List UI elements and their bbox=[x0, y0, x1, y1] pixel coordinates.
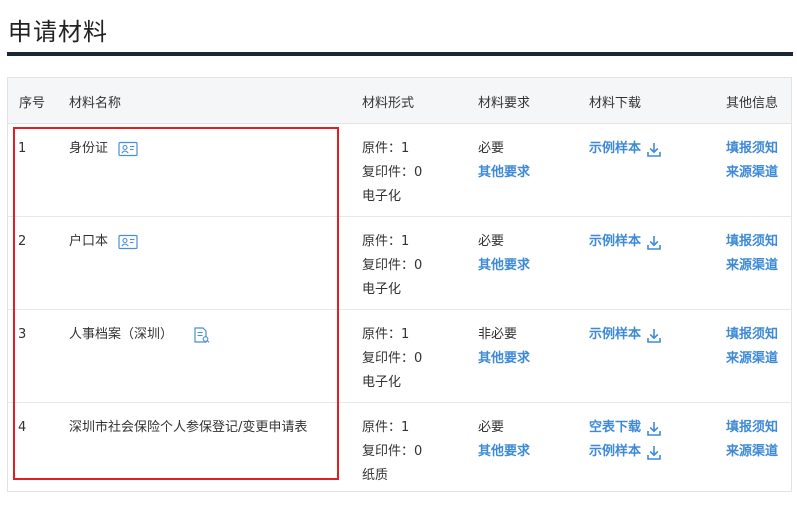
id-card-icon[interactable] bbox=[118, 234, 138, 250]
table-row: 4 深圳市社会保险个人参保登记/变更申请表 原件：1 复印件：0 纸质 必要其他要求 空表下… bbox=[8, 402, 791, 495]
material-name: 身份证 bbox=[69, 141, 109, 156]
download-icon[interactable] bbox=[647, 328, 661, 343]
download-link[interactable]: 示例样本 bbox=[589, 323, 661, 347]
material-form-line: 原件：1 bbox=[362, 327, 410, 342]
download-label: 示例样本 bbox=[589, 234, 642, 249]
table-row: 1 身份证 原件：1 复印件：0 电子化 必要其他要求 示例样本 填报须知 来源渠道 bbox=[8, 123, 791, 217]
download-link[interactable]: 示例样本 bbox=[589, 440, 661, 464]
material-name-cell: 户口本 bbox=[69, 230, 138, 254]
row-seq: 3 bbox=[18, 327, 27, 342]
download-link[interactable]: 示例样本 bbox=[589, 137, 661, 161]
source-channel-link[interactable]: 来源渠道 bbox=[726, 440, 778, 464]
material-form-line: 复印件：0 bbox=[362, 258, 423, 273]
header-name: 材料名称 bbox=[69, 96, 122, 111]
fill-instructions-link[interactable]: 填报须知 bbox=[726, 137, 778, 161]
row-seq: 1 bbox=[18, 141, 27, 156]
material-requirement-cell: 必要 其他要求 bbox=[478, 230, 530, 278]
material-form-cell: 原件：1 复印件：0 纸质 bbox=[362, 416, 422, 488]
material-name: 户口本 bbox=[69, 234, 109, 249]
material-form-line: 电子化 bbox=[362, 189, 402, 204]
other-info-cell: 填报须知 来源渠道 bbox=[726, 416, 778, 464]
material-form-line: 复印件：0 bbox=[362, 351, 423, 366]
title-divider bbox=[7, 52, 793, 56]
download-link[interactable]: 空表下载 bbox=[589, 416, 661, 440]
material-download-cell: 示例样本 bbox=[589, 230, 661, 254]
row-seq: 4 bbox=[18, 420, 27, 435]
materials-table: 序号 材料名称 材料形式 材料要求 材料下载 其他信息 1 身份证 原件：1 复印件：… bbox=[7, 77, 792, 492]
download-link[interactable]: 示例样本 bbox=[589, 230, 661, 254]
material-form-cell: 原件：1 复印件：0 电子化 bbox=[362, 230, 422, 302]
header-requirement: 材料要求 bbox=[478, 96, 531, 111]
material-form-line: 复印件：0 bbox=[362, 165, 423, 180]
material-download-cell: 示例样本 bbox=[589, 323, 661, 347]
material-requirement-cell: 必要 其他要求 bbox=[478, 416, 530, 464]
other-requirements-link[interactable]: 其他要求 bbox=[478, 347, 530, 371]
material-form-cell: 原件：1 复印件：0 电子化 bbox=[362, 323, 422, 395]
page-title: 申请材料 bbox=[8, 18, 108, 46]
download-label: 示例样本 bbox=[589, 327, 642, 342]
document-icon[interactable] bbox=[191, 327, 211, 343]
material-name: 深圳市社会保险个人参保登记/变更申请表 bbox=[69, 420, 308, 435]
requirement-text: 必要 bbox=[478, 141, 505, 156]
download-icon[interactable] bbox=[647, 445, 661, 460]
download-icon[interactable] bbox=[647, 142, 661, 157]
source-channel-link[interactable]: 来源渠道 bbox=[726, 254, 778, 278]
material-form-line: 电子化 bbox=[362, 375, 402, 390]
row-seq: 2 bbox=[18, 234, 27, 249]
fill-instructions-link[interactable]: 填报须知 bbox=[726, 323, 778, 347]
material-requirement-cell: 必要 其他要求 bbox=[478, 137, 530, 185]
material-form-line: 原件：1 bbox=[362, 141, 410, 156]
header-other: 其他信息 bbox=[726, 96, 779, 111]
requirement-text: 必要 bbox=[478, 234, 505, 249]
header-form: 材料形式 bbox=[362, 96, 415, 111]
material-name: 人事档案（深圳） bbox=[69, 327, 174, 342]
other-info-cell: 填报须知 来源渠道 bbox=[726, 137, 778, 185]
material-download-cell: 空表下载 示例样本 bbox=[589, 416, 661, 464]
material-name-cell: 深圳市社会保险个人参保登记/变更申请表 bbox=[69, 416, 307, 440]
material-name-cell: 人事档案（深圳） bbox=[69, 323, 211, 347]
material-form-line: 原件：1 bbox=[362, 234, 410, 249]
requirement-text: 必要 bbox=[478, 420, 505, 435]
id-card-icon[interactable] bbox=[118, 141, 138, 157]
material-form-line: 原件：1 bbox=[362, 420, 410, 435]
download-label: 空表下载 bbox=[589, 420, 642, 435]
fill-instructions-link[interactable]: 填报须知 bbox=[726, 230, 778, 254]
other-requirements-link[interactable]: 其他要求 bbox=[478, 254, 530, 278]
material-requirement-cell: 非必要 其他要求 bbox=[478, 323, 530, 371]
source-channel-link[interactable]: 来源渠道 bbox=[726, 161, 778, 185]
material-download-cell: 示例样本 bbox=[589, 137, 661, 161]
table-row: 2 户口本 原件：1 复印件：0 电子化 必要其他要求 示例样本 填报须知 来源渠道 bbox=[8, 216, 791, 310]
download-icon[interactable] bbox=[647, 421, 661, 436]
material-form-line: 电子化 bbox=[362, 282, 402, 297]
other-info-cell: 填报须知 来源渠道 bbox=[726, 323, 778, 371]
material-form-cell: 原件：1 复印件：0 电子化 bbox=[362, 137, 422, 209]
download-icon[interactable] bbox=[647, 235, 661, 250]
other-info-cell: 填报须知 来源渠道 bbox=[726, 230, 778, 278]
download-label: 示例样本 bbox=[589, 444, 642, 459]
material-form-line: 复印件：0 bbox=[362, 444, 423, 459]
fill-instructions-link[interactable]: 填报须知 bbox=[726, 416, 778, 440]
material-name-cell: 身份证 bbox=[69, 137, 138, 161]
table-row: 3 人事档案（深圳） 原件：1 复印件：0 电子化 非必要其他要求 示例样本 填报须知 来源渠道 bbox=[8, 309, 791, 403]
other-requirements-link[interactable]: 其他要求 bbox=[478, 440, 530, 464]
material-form-line: 纸质 bbox=[362, 468, 389, 483]
requirement-text: 非必要 bbox=[478, 327, 518, 342]
source-channel-link[interactable]: 来源渠道 bbox=[726, 347, 778, 371]
header-seq: 序号 bbox=[19, 96, 46, 111]
table-header: 序号 材料名称 材料形式 材料要求 材料下载 其他信息 bbox=[8, 78, 791, 124]
other-requirements-link[interactable]: 其他要求 bbox=[478, 161, 530, 185]
download-label: 示例样本 bbox=[589, 141, 642, 156]
header-download: 材料下载 bbox=[589, 96, 642, 111]
